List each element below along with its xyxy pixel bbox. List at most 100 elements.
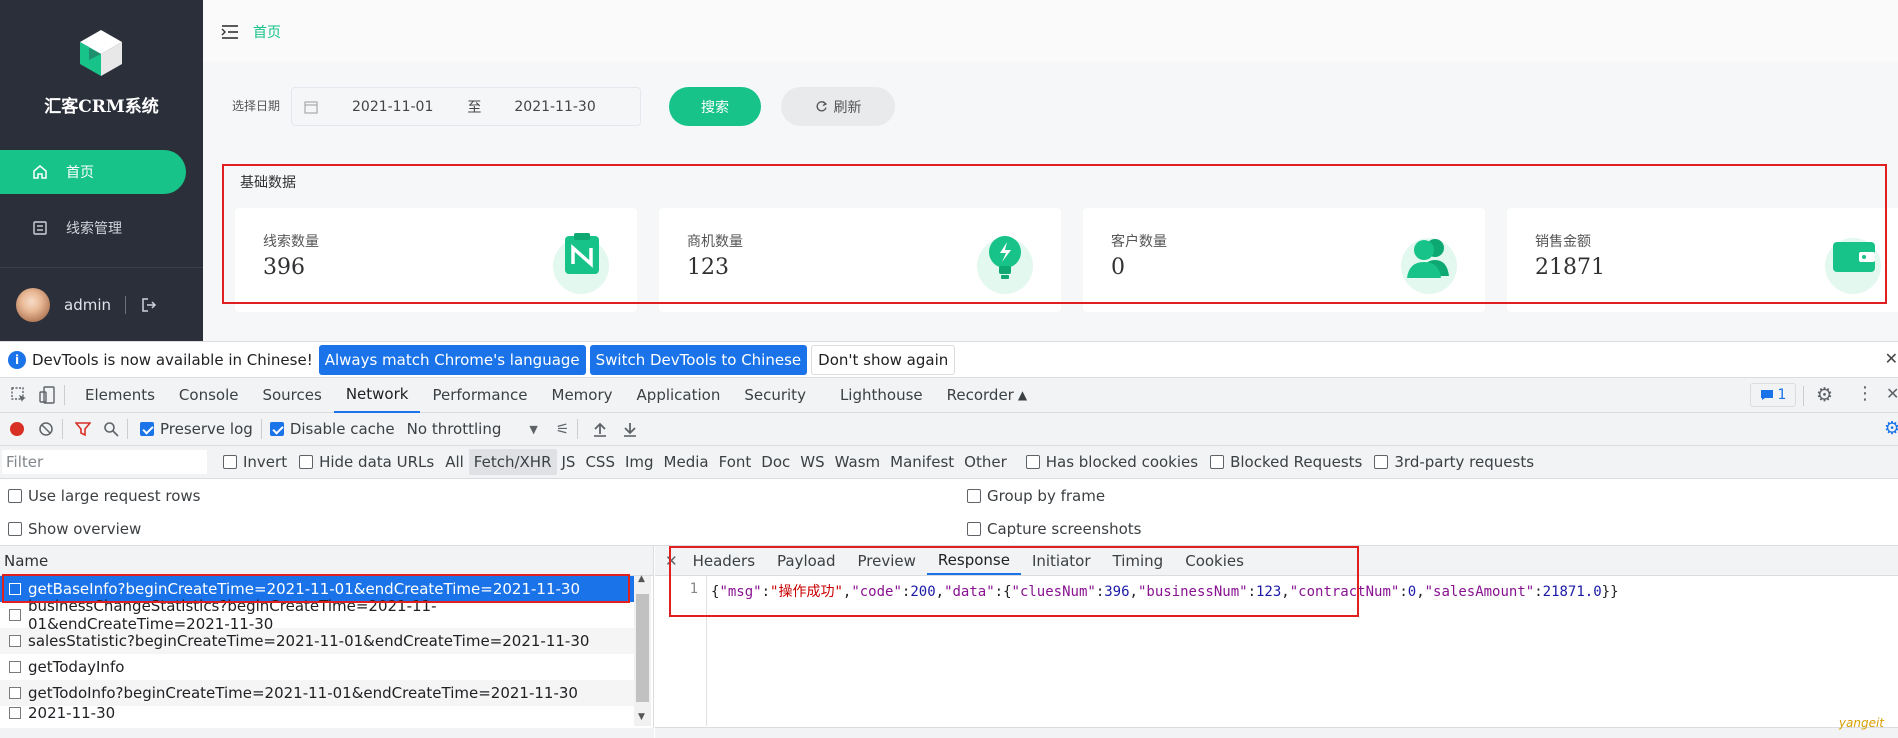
type-filter-font[interactable]: Font <box>714 449 757 475</box>
name-column-header[interactable]: Name <box>0 546 653 576</box>
table-row[interactable]: salesStatistic?beginCreateTime=2021-11-0… <box>0 628 634 654</box>
preserve-log-checkbox[interactable] <box>140 422 154 436</box>
date-range-picker[interactable]: 2021-11-01 至 2021-11-30 <box>291 87 641 126</box>
request-icon <box>9 609 21 621</box>
group-by-frame-checkbox[interactable] <box>967 488 981 503</box>
capture-screenshots-checkbox[interactable] <box>967 521 981 536</box>
disable-cache-checkbox[interactable] <box>269 422 284 436</box>
end-date-input[interactable]: 2021-11-30 <box>514 99 595 115</box>
sidebar-item-label: 首页 <box>66 165 94 181</box>
sidebar-divider <box>0 267 203 268</box>
scrollbar-thumb[interactable] <box>636 594 649 702</box>
issues-count: 1 <box>1777 387 1787 403</box>
type-filter-img[interactable]: Img <box>620 449 659 475</box>
device-toolbar-icon[interactable] <box>38 386 56 404</box>
type-filter-css[interactable]: CSS <box>580 449 620 475</box>
home-icon <box>32 164 48 180</box>
request-icon <box>9 707 21 719</box>
close-devtools-icon[interactable]: ✕ <box>1886 384 1898 403</box>
upload-icon[interactable] <box>592 421 608 437</box>
avatar[interactable] <box>16 288 50 322</box>
request-icon <box>9 661 21 673</box>
tab-performance[interactable]: Performance <box>420 378 539 413</box>
inspect-icon[interactable] <box>10 386 28 404</box>
scroll-up-icon[interactable]: ▲ <box>638 574 645 584</box>
type-filter-fetch-xhr[interactable]: Fetch/XHR <box>468 449 557 475</box>
tab-lighthouse[interactable]: Lighthouse <box>828 378 935 413</box>
preserve-log-label: Preserve log <box>160 420 253 438</box>
filter-input[interactable]: Filter <box>2 450 207 474</box>
start-date-input[interactable]: 2021-11-01 <box>352 99 433 115</box>
divider <box>127 419 128 439</box>
large-rows-checkbox[interactable] <box>8 488 22 503</box>
dont-show-again-button[interactable]: Don't show again <box>811 344 956 375</box>
watermark: yangeit <box>1838 716 1884 730</box>
tab-sources[interactable]: Sources <box>250 378 333 413</box>
blocked-cookies-checkbox[interactable] <box>1025 455 1040 469</box>
third-party-checkbox[interactable] <box>1374 455 1389 469</box>
close-icon[interactable]: ✕ <box>1885 349 1898 368</box>
logout-icon[interactable] <box>140 296 158 314</box>
settings-icon[interactable]: ⚙ <box>1816 384 1833 406</box>
json-number: 21871.0 <box>1542 584 1602 600</box>
throttling-value: No throttling <box>406 420 502 438</box>
type-filter-ws[interactable]: WS <box>795 449 829 475</box>
date-filter-label: 选择日期 <box>232 99 281 113</box>
sidebar-item-home[interactable]: 首页 <box>0 150 186 194</box>
type-filter-other[interactable]: Other <box>959 449 1012 475</box>
clear-icon[interactable] <box>38 421 54 437</box>
collapse-menu-icon[interactable] <box>221 24 239 40</box>
tab-elements[interactable]: Elements <box>73 378 167 413</box>
blocked-cookies-label: Has blocked cookies <box>1045 453 1199 471</box>
table-row[interactable]: 2021-11-30 <box>0 706 634 720</box>
type-filter-doc[interactable]: Doc <box>756 449 795 475</box>
json-punct: : <box>1534 584 1543 600</box>
filter-icon[interactable] <box>75 421 91 437</box>
throttling-select[interactable]: No throttling ▼ <box>407 420 538 438</box>
type-filter-js[interactable]: JS <box>557 449 581 475</box>
clues-icon <box>32 220 48 236</box>
tab-network[interactable]: Network <box>333 378 421 413</box>
flask-icon: ▲ <box>1017 388 1028 402</box>
invert-checkbox[interactable] <box>223 455 237 469</box>
json-number: 0 <box>1407 584 1417 600</box>
table-row[interactable]: businessChangeStatistics?beginCreateTime… <box>0 597 634 633</box>
download-icon[interactable] <box>622 421 638 437</box>
type-filter-all[interactable]: All <box>440 449 469 475</box>
network-settings-icon[interactable]: ⚙ <box>1884 418 1898 439</box>
type-filter-manifest[interactable]: Manifest <box>885 449 959 475</box>
search-icon[interactable] <box>103 421 119 437</box>
request-name: getTodayInfo <box>28 658 125 676</box>
more-options-icon[interactable]: ⋮ <box>1856 383 1874 404</box>
blocked-requests-checkbox[interactable] <box>1210 455 1225 469</box>
tab-console[interactable]: Console <box>167 378 251 413</box>
tab-recorder[interactable]: Recorder ▲ <box>935 378 1039 413</box>
match-language-button[interactable]: Always match Chrome's language <box>318 344 586 375</box>
switch-language-button[interactable]: Switch DevTools to Chinese <box>589 344 808 375</box>
record-icon[interactable] <box>10 422 24 436</box>
table-row[interactable]: getTodoInfo?beginCreateTime=2021-11-01&e… <box>0 680 634 706</box>
sidebar-item-clues[interactable]: 线索管理 <box>0 206 186 250</box>
search-button[interactable]: 搜索 <box>669 87 761 126</box>
scroll-down-icon[interactable]: ▼ <box>638 712 645 722</box>
refresh-button[interactable]: 刷新 <box>781 87 895 126</box>
type-filter-media[interactable]: Media <box>659 449 714 475</box>
network-toolbar: Preserve log Disable cache No throttling… <box>0 413 1898 446</box>
tab-security[interactable]: Security <box>732 378 818 413</box>
json-punct: , <box>1416 584 1425 600</box>
show-overview-checkbox[interactable] <box>8 521 22 536</box>
tab-memory[interactable]: Memory <box>540 378 625 413</box>
sidebar-item-label: 线索管理 <box>66 221 122 237</box>
type-filter-wasm[interactable]: Wasm <box>830 449 886 475</box>
detail-status-bar <box>655 727 1898 738</box>
table-row[interactable]: getTodayInfo <box>0 654 634 680</box>
json-punct: : <box>1399 584 1408 600</box>
network-conditions-icon[interactable]: ⚟ <box>556 420 569 438</box>
hide-data-urls-checkbox[interactable] <box>299 455 314 469</box>
issues-badge[interactable]: 1 <box>1750 383 1796 407</box>
scrollbar[interactable]: ▲ ▼ <box>634 574 651 726</box>
options-row-2: Show overview Capture screenshots <box>0 512 1898 545</box>
request-name: getTodoInfo?beginCreateTime=2021-11-01&e… <box>28 684 578 702</box>
tab-application[interactable]: Application <box>625 378 733 413</box>
breadcrumb-home[interactable]: 首页 <box>253 22 281 42</box>
